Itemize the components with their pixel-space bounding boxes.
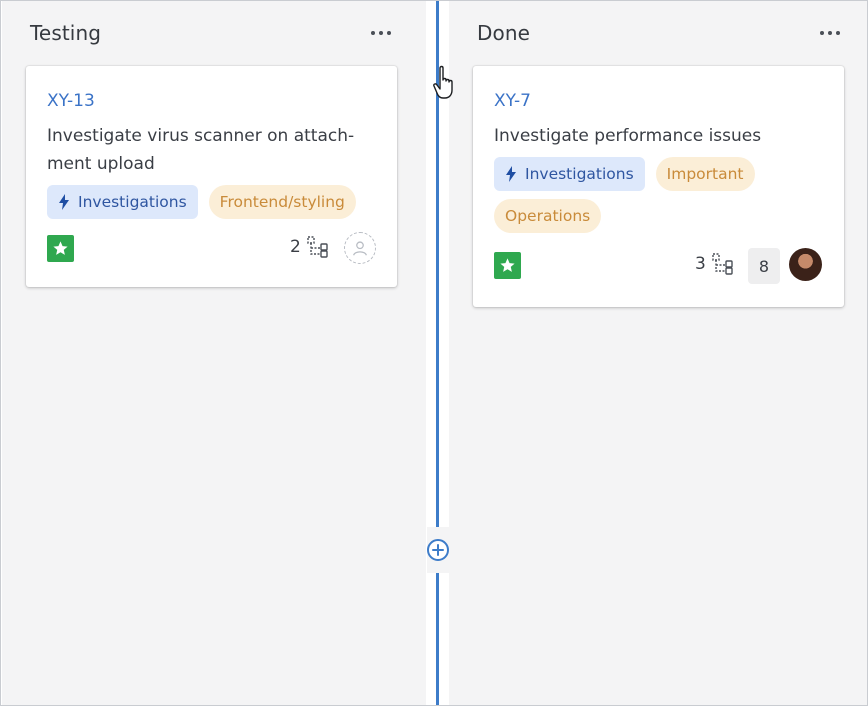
tag-label: Investigations bbox=[525, 165, 634, 183]
bolt-icon bbox=[59, 194, 69, 210]
column-more-button[interactable] bbox=[364, 19, 398, 47]
more-dot-icon bbox=[836, 31, 840, 35]
more-dot-icon bbox=[379, 31, 383, 35]
tag-frontend-styling[interactable]: Frontend/styling bbox=[208, 185, 356, 219]
more-dot-icon bbox=[828, 31, 832, 35]
star-icon bbox=[494, 252, 521, 279]
hand-cursor-icon bbox=[433, 65, 453, 99]
tag-label: Investigations bbox=[78, 193, 187, 211]
tag-investigations[interactable]: Investigations bbox=[494, 157, 645, 191]
tag-important[interactable]: Important bbox=[655, 157, 755, 191]
column-header: Done bbox=[449, 19, 867, 49]
subtask-count: 2 bbox=[290, 235, 330, 259]
more-dot-icon bbox=[820, 31, 824, 35]
tag-row: Investigations Important bbox=[494, 157, 755, 191]
issue-key-link[interactable]: XY-7 bbox=[494, 91, 531, 111]
subtask-icon bbox=[712, 253, 733, 275]
subtask-count: 3 bbox=[695, 252, 735, 276]
issue-card[interactable]: XY-7 Investigate performance issues Inve… bbox=[473, 66, 844, 307]
column-resize-divider[interactable] bbox=[436, 1, 439, 705]
column-header: Testing bbox=[2, 19, 426, 49]
comment-count-badge[interactable]: 8 bbox=[748, 248, 780, 284]
tag-label: Operations bbox=[505, 207, 591, 225]
subtask-count-value: 2 bbox=[290, 237, 301, 257]
plus-icon bbox=[432, 544, 444, 556]
tag-label: Important bbox=[666, 165, 744, 183]
issue-title: Investigate performance issues bbox=[494, 126, 762, 146]
column-title: Done bbox=[477, 21, 531, 45]
issue-title: Investigate virus scanner on attach-ment… bbox=[47, 126, 355, 174]
column-more-button[interactable] bbox=[813, 19, 847, 47]
column-done: Done XY-7 Investigate performance issues… bbox=[449, 1, 867, 705]
issue-card[interactable]: XY-13 Investigate virus scanner on attac… bbox=[26, 66, 397, 287]
bolt-icon bbox=[506, 166, 516, 182]
more-dot-icon bbox=[387, 31, 391, 35]
subtask-count-value: 3 bbox=[695, 254, 706, 274]
kanban-board: Testing XY-13 Investigate virus scanner … bbox=[0, 0, 868, 706]
tag-label: Frontend/styling bbox=[219, 193, 345, 211]
tag-row: Investigations Frontend/styling bbox=[47, 185, 356, 219]
tag-investigations[interactable]: Investigations bbox=[47, 185, 198, 219]
unassigned-avatar-icon[interactable] bbox=[344, 232, 376, 264]
column-testing: Testing XY-13 Investigate virus scanner … bbox=[2, 1, 426, 705]
more-dot-icon bbox=[371, 31, 375, 35]
column-title: Testing bbox=[30, 21, 102, 45]
user-avatar[interactable] bbox=[789, 248, 822, 281]
add-column-button[interactable] bbox=[427, 539, 449, 561]
tag-operations[interactable]: Operations bbox=[494, 199, 602, 233]
issue-key-link[interactable]: XY-13 bbox=[47, 91, 95, 111]
tag-row: Operations bbox=[494, 199, 602, 233]
star-icon bbox=[47, 235, 74, 262]
subtask-icon bbox=[307, 236, 328, 258]
